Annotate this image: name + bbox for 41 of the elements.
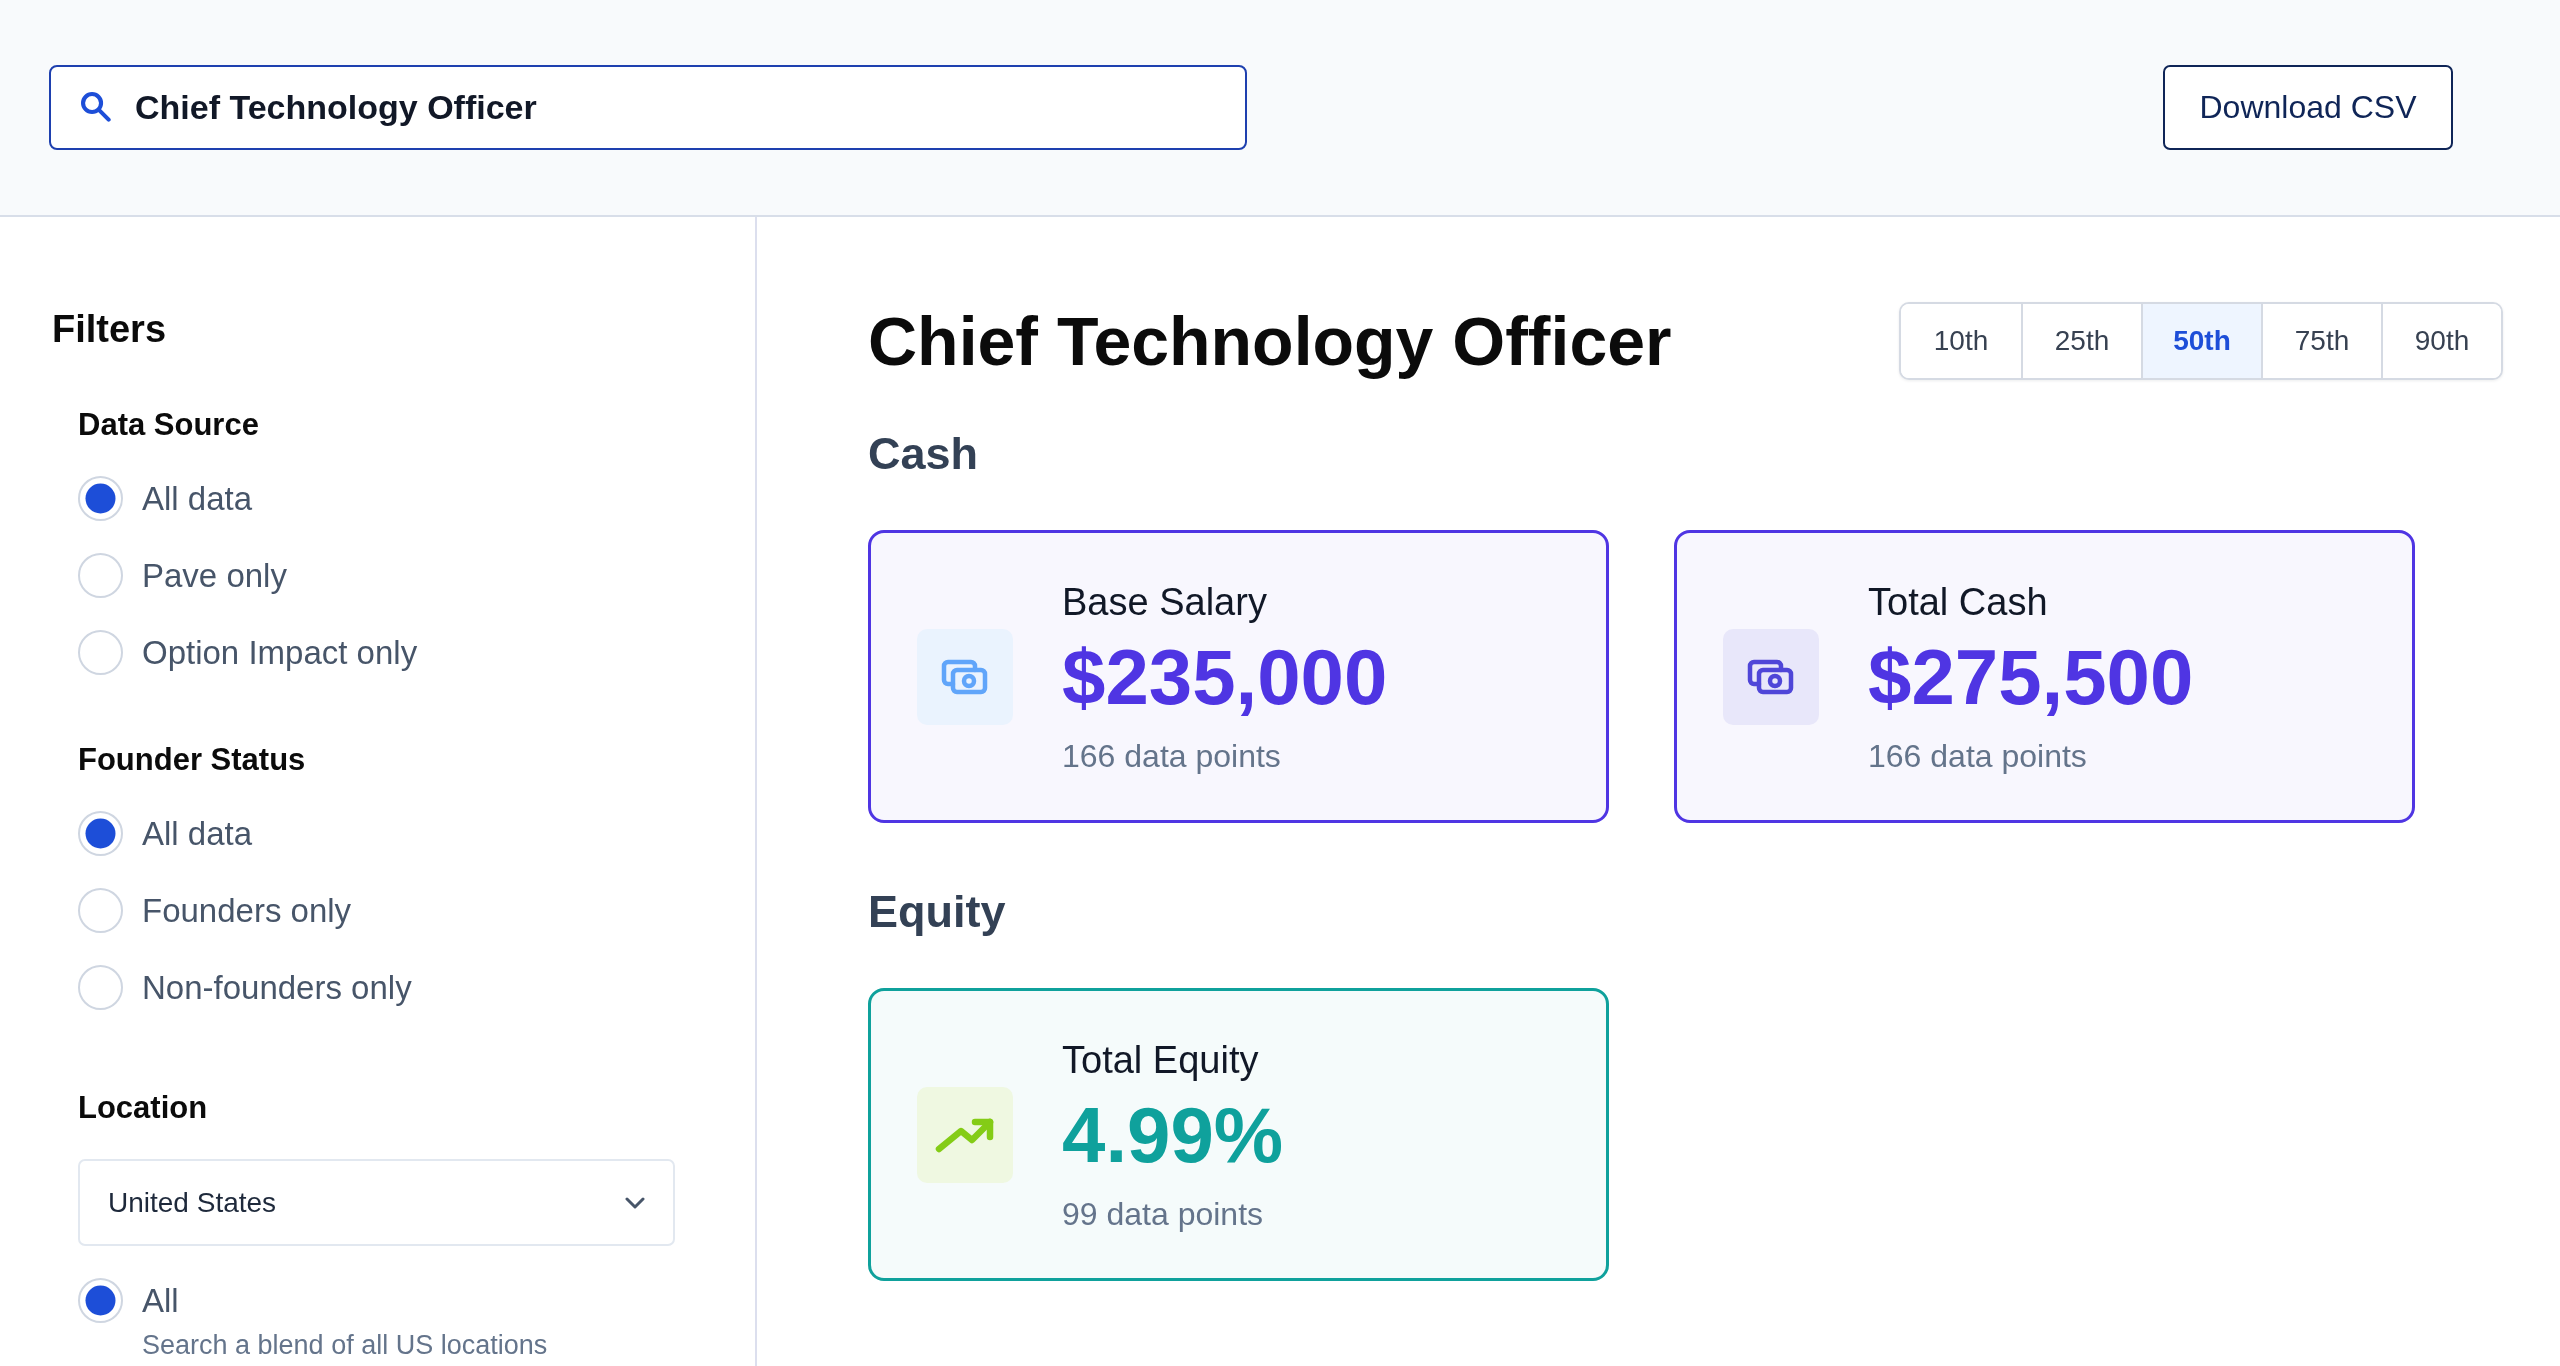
filter-group-title: Location <box>78 1089 208 1127</box>
percentile-tab[interactable]: 10th <box>1901 304 2021 378</box>
radio-label[interactable]: Pave only <box>142 555 287 596</box>
radio-label[interactable]: Option Impact only <box>142 632 418 673</box>
data-points-count: 166 data points <box>1062 736 1281 775</box>
filter-group-title: Founder Status <box>78 741 306 779</box>
search-field[interactable]: Chief Technology Officer <box>49 65 1247 150</box>
radio-button[interactable] <box>78 630 123 675</box>
percentile-tab[interactable]: 25th <box>2021 304 2141 378</box>
filter-group-title: Data Source <box>78 406 259 444</box>
option-description: Search a blend of all US locations <box>142 1330 548 1360</box>
chevron-down-icon <box>625 1196 645 1209</box>
radio-button[interactable] <box>78 965 123 1010</box>
search-icon <box>81 92 111 122</box>
radio-button[interactable] <box>78 1278 123 1323</box>
percentile-tab[interactable]: 90th <box>2381 304 2501 378</box>
location-select[interactable]: United States <box>78 1159 675 1246</box>
radio-label[interactable]: Non-founders only <box>142 967 412 1008</box>
radio-button[interactable] <box>78 811 123 856</box>
radio-button[interactable] <box>78 888 123 933</box>
card-value: $235,000 <box>1062 637 1388 716</box>
radio-button[interactable] <box>78 476 123 521</box>
data-points-count: 99 data points <box>1062 1194 1264 1233</box>
card-value: 4.99% <box>1062 1095 1284 1174</box>
radio-button[interactable] <box>78 553 123 598</box>
data-points-count: 166 data points <box>1868 736 2087 775</box>
card-label: Base Salary <box>1062 579 1267 625</box>
section-title: Equity <box>868 885 1006 939</box>
download-csv-button[interactable]: Download CSV <box>2163 65 2453 150</box>
card-label: Total Cash <box>1868 579 2048 625</box>
section-title: Cash <box>868 427 979 481</box>
page-title: Chief Technology Officer <box>868 302 1672 381</box>
card-label: Total Equity <box>1062 1037 1259 1083</box>
radio-label[interactable]: All data <box>142 813 253 854</box>
radio-label[interactable]: All <box>142 1280 179 1321</box>
radio-label[interactable]: All data <box>142 478 253 519</box>
radio-label[interactable]: Founders only <box>142 890 352 931</box>
filters-title: Filters <box>52 307 167 352</box>
percentile-tab[interactable]: 75th <box>2261 304 2381 378</box>
card-value: $275,500 <box>1868 637 2194 716</box>
percentile-tab[interactable]: 50th <box>2141 304 2261 378</box>
